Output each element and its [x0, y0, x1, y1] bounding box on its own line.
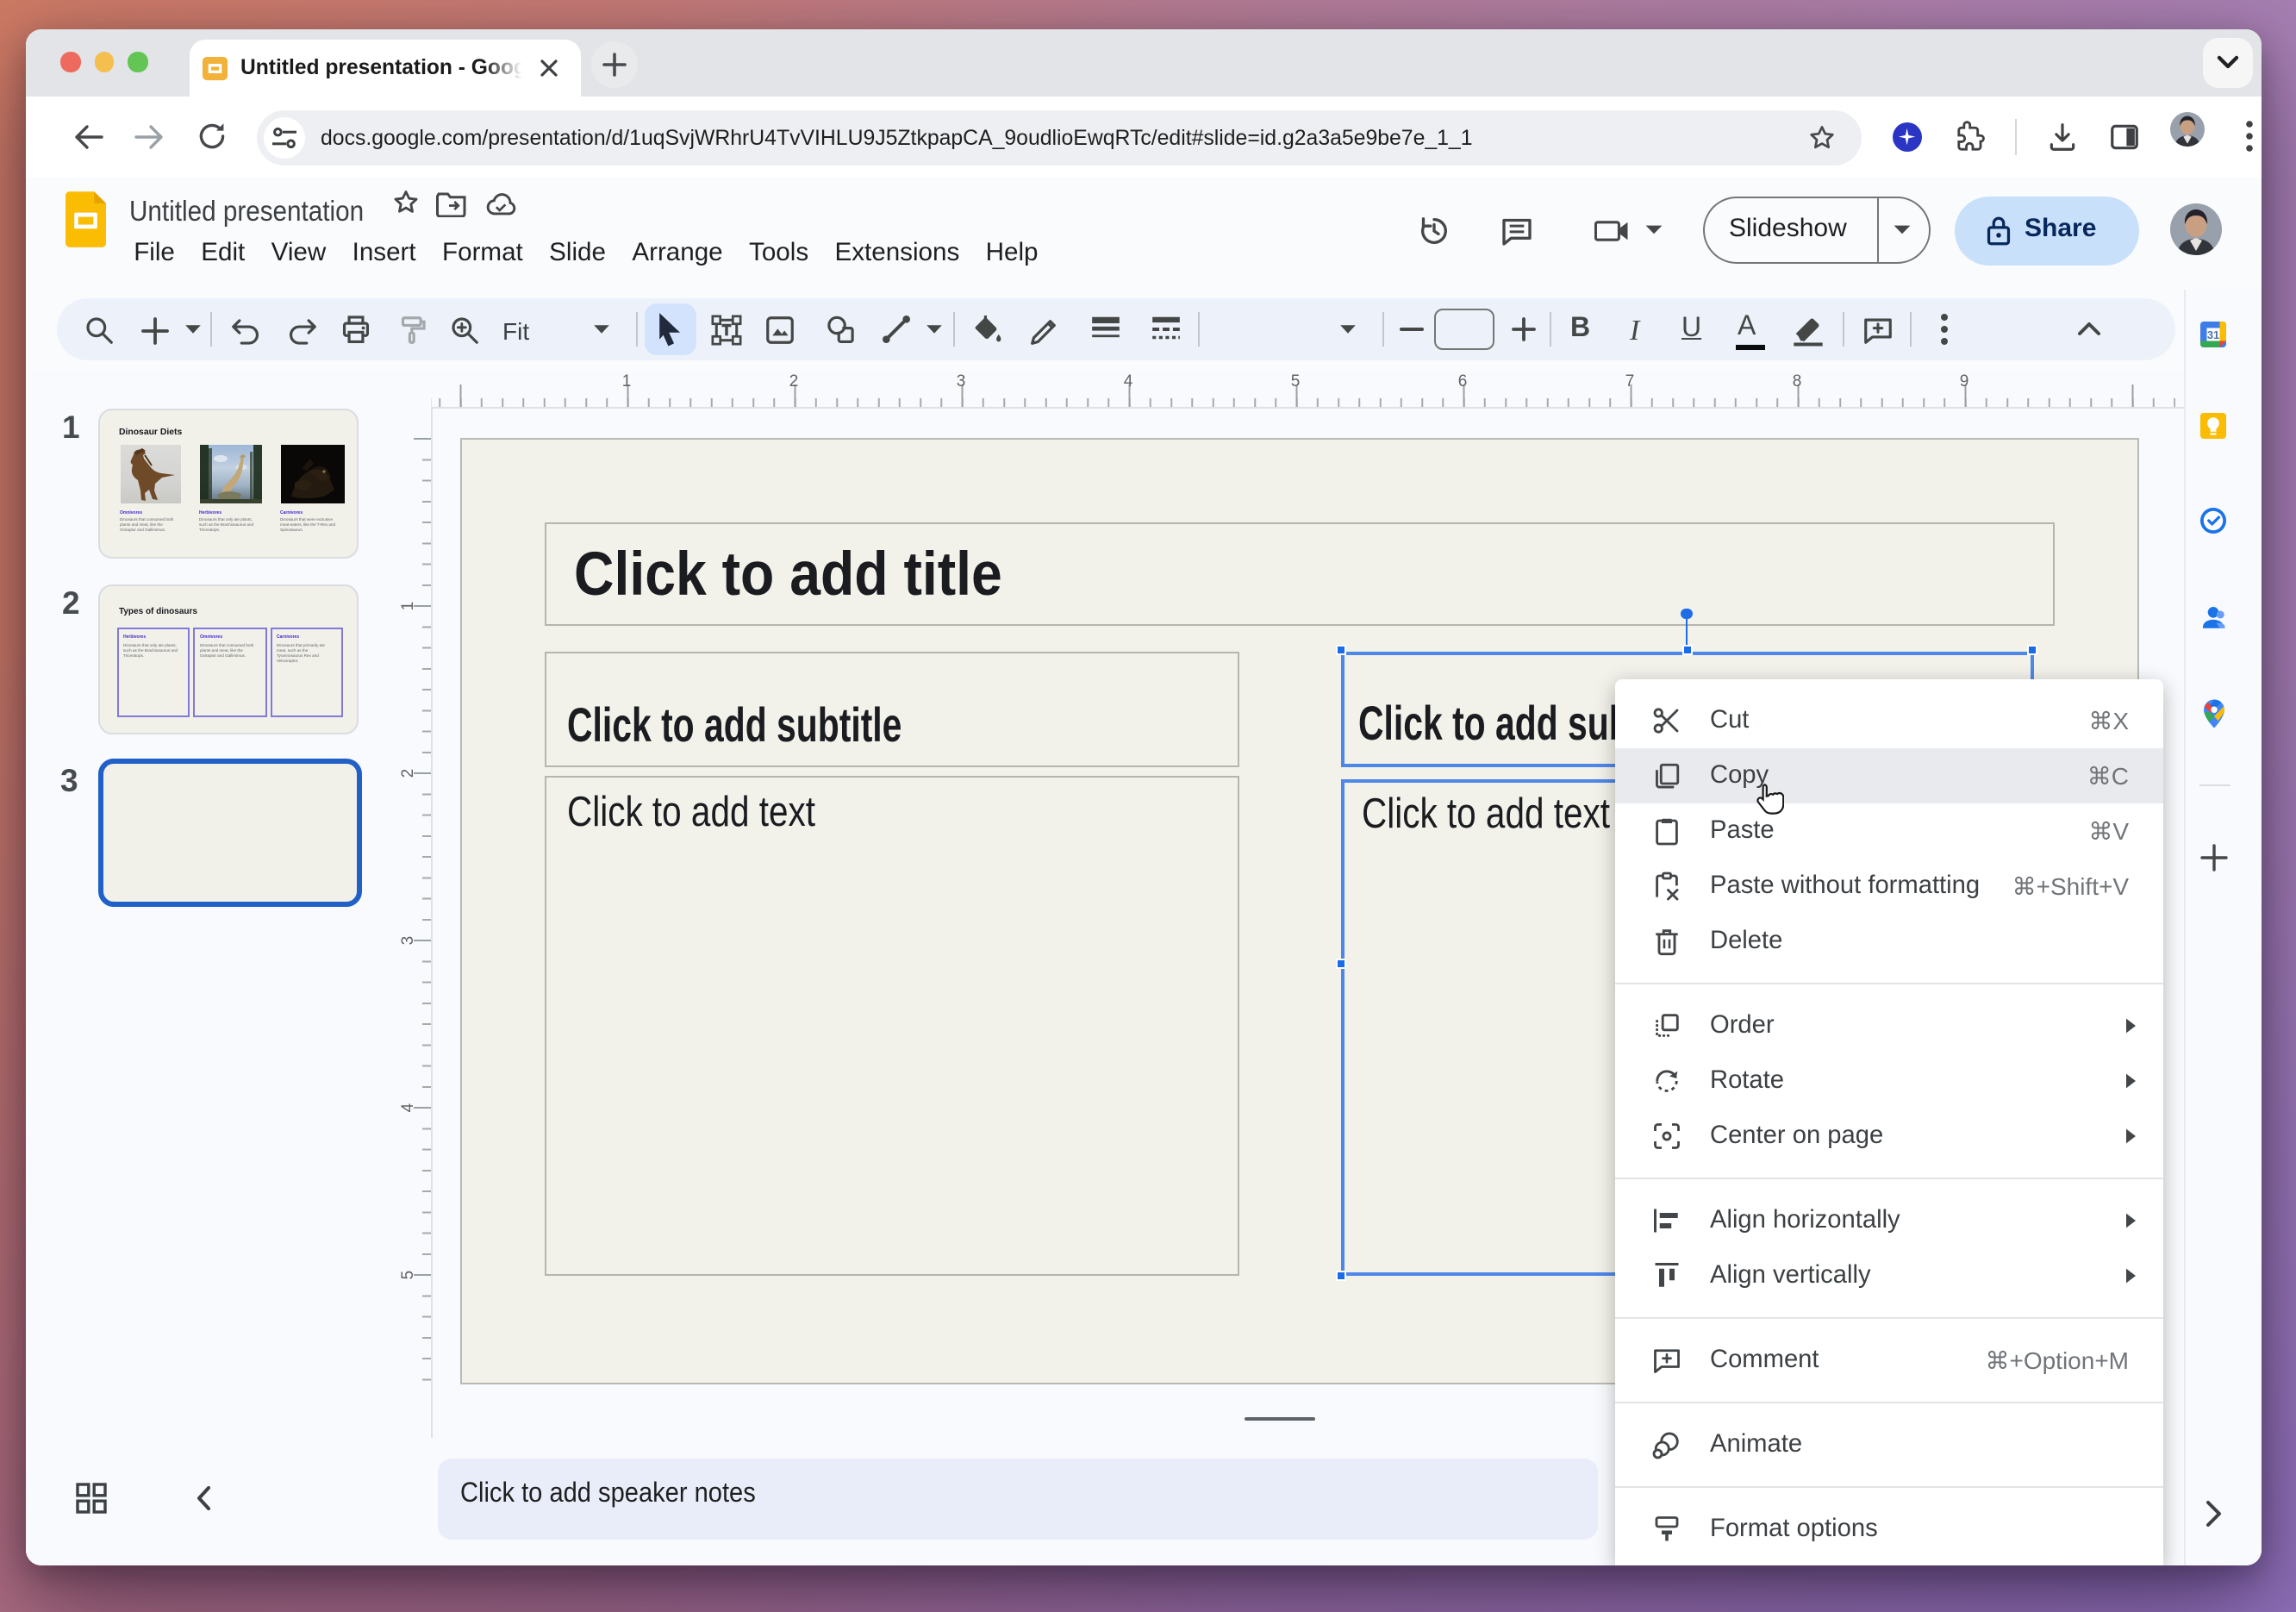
svg-text:31: 31 — [2207, 328, 2219, 341]
